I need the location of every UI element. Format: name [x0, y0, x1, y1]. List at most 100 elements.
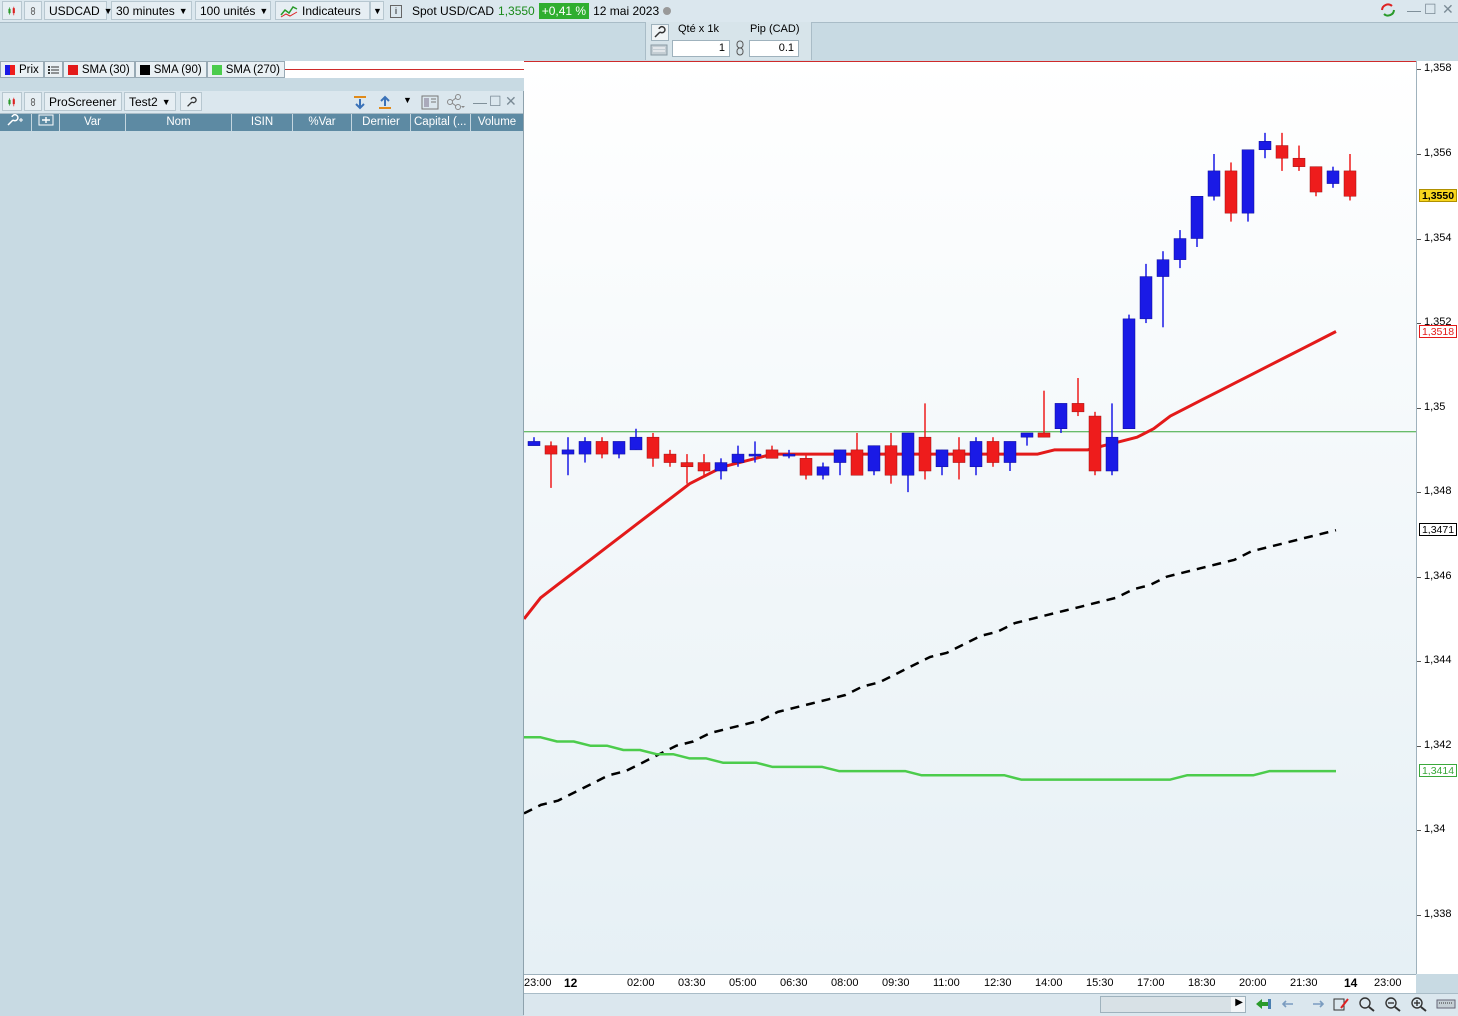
- price-tick-label: 1,342: [1424, 738, 1452, 751]
- candle-body: [612, 441, 626, 455]
- refresh-icon: [1381, 3, 1395, 17]
- time-axis[interactable]: 23:00 12 02:00 03:30 05:00 06:30 08:00 09:30 11:…: [524, 974, 1416, 994]
- status-dot-icon: [663, 7, 672, 15]
- quote-date: 12 mai 2023: [593, 4, 660, 18]
- legend-sma30[interactable]: SMA (30): [62, 61, 135, 78]
- candle-body: [935, 449, 949, 468]
- candle-body: [1105, 436, 1119, 472]
- chevron-right-icon[interactable]: ▶: [1235, 997, 1243, 1008]
- price-chart[interactable]: [524, 61, 1416, 974]
- screener-title: ProScreener: [49, 94, 117, 109]
- candle-body: [901, 432, 915, 476]
- minimize-icon[interactable]: —: [1407, 2, 1421, 18]
- maximize-icon[interactable]: ☐: [489, 93, 502, 110]
- auto-scroll-icon[interactable]: [1254, 996, 1272, 1012]
- redo-icon[interactable]: [1308, 996, 1324, 1012]
- zoom-in-icon[interactable]: [1410, 996, 1428, 1012]
- indicators-menu-button[interactable]: ▼: [370, 1, 384, 20]
- column-add[interactable]: [32, 114, 60, 131]
- timeframe-label: 30 minutes: [116, 3, 175, 18]
- price-tick: [1417, 661, 1421, 663]
- column-tools[interactable]: [0, 114, 32, 131]
- undo-icon[interactable]: [1282, 996, 1298, 1012]
- sma30-price-tag: 1,3518: [1419, 324, 1457, 338]
- close-icon[interactable]: ✕: [505, 93, 517, 110]
- column-nom[interactable]: Nom: [126, 114, 232, 131]
- column-isin[interactable]: ISIN: [232, 114, 293, 131]
- wrench-icon: [187, 96, 197, 107]
- symbol-dropdown[interactable]: USDCAD ▼: [44, 1, 113, 20]
- candle-body: [697, 462, 711, 472]
- price-axis[interactable]: 1,358 1,356 1,354 1,352 1,35 1,348 1,346 1,344 1…: [1416, 61, 1458, 974]
- legend-price[interactable]: Prix: [0, 61, 44, 78]
- units-dropdown[interactable]: 100 unités ▼: [195, 1, 271, 20]
- time-tick-label: 23:00: [1374, 977, 1402, 989]
- legend-sma90-label: SMA (90): [153, 63, 202, 76]
- indicator-chart-icon: [280, 5, 298, 17]
- symbol-label: USDCAD: [49, 3, 100, 18]
- settings-button[interactable]: [651, 24, 669, 41]
- price-tick: [1417, 69, 1421, 71]
- chart-type-button[interactable]: [2, 1, 22, 20]
- link-button[interactable]: [24, 1, 42, 20]
- timeframe-dropdown[interactable]: 30 minutes ▼: [111, 1, 192, 20]
- candle-body: [629, 436, 643, 451]
- candle-body: [918, 436, 932, 472]
- share-icon[interactable]: [446, 94, 468, 110]
- sma270-price-tag: 1,3414: [1419, 764, 1457, 778]
- candle-body: [1037, 432, 1051, 438]
- indicators-button[interactable]: Indicateurs: [275, 1, 370, 20]
- column-capital[interactable]: Capital (...: [411, 114, 471, 131]
- upload-icon[interactable]: [377, 95, 393, 110]
- legend-sma90[interactable]: SMA (90): [134, 61, 207, 78]
- time-tick-label: 14: [1344, 976, 1358, 990]
- refresh-button[interactable]: [1378, 1, 1400, 20]
- download-icon[interactable]: [352, 95, 368, 110]
- column-volume[interactable]: Volume: [471, 114, 523, 131]
- pip-input[interactable]: 0.1: [749, 40, 799, 57]
- candle-body: [1173, 238, 1187, 260]
- zoom-box-icon[interactable]: [1358, 996, 1376, 1012]
- drawing-tools-icon[interactable]: [1332, 996, 1350, 1012]
- keyboard-icon[interactable]: [1436, 997, 1456, 1011]
- scrollbar-thumb[interactable]: [1101, 997, 1231, 1012]
- screener-toolbar: ProScreener Test2 ▼ ▼ — ☐ ✕: [0, 91, 523, 114]
- chart-scrollbar[interactable]: ▶: [1100, 996, 1246, 1013]
- qty-input[interactable]: 1: [672, 40, 730, 57]
- candlestick-icon: [8, 97, 15, 106]
- layout-icon[interactable]: [421, 95, 439, 110]
- candle-body: [1156, 259, 1170, 277]
- price-tick: [1417, 238, 1421, 240]
- sma90-line: [524, 528, 1337, 815]
- info-icon[interactable]: i: [390, 4, 402, 18]
- units-label: 100 unités: [200, 3, 256, 18]
- time-tick-label: 20:00: [1239, 977, 1267, 989]
- keypad-button[interactable]: [650, 43, 668, 57]
- sma30-swatch: [67, 64, 78, 75]
- chevron-down-icon[interactable]: ▼: [403, 95, 412, 105]
- time-tick-label: 12: [564, 976, 578, 990]
- screener-settings-button[interactable]: [180, 92, 202, 111]
- legend-sma270[interactable]: SMA (270): [206, 61, 286, 78]
- legend-list-button[interactable]: [43, 61, 63, 78]
- change-badge: +0,41 %: [538, 3, 590, 19]
- screener-chart-button[interactable]: [2, 92, 22, 111]
- zoom-out-icon[interactable]: [1384, 996, 1402, 1012]
- column-var[interactable]: Var: [60, 114, 126, 131]
- screener-link-button[interactable]: [24, 92, 42, 111]
- link-icon: [30, 6, 36, 15]
- candle-body: [1122, 318, 1136, 429]
- candle-body: [646, 436, 660, 459]
- price-tick: [1417, 153, 1421, 155]
- minimize-icon[interactable]: —: [473, 94, 487, 110]
- candle-body: [969, 441, 983, 468]
- column-dernier[interactable]: Dernier: [352, 114, 411, 131]
- screener-title-button[interactable]: ProScreener: [44, 92, 122, 111]
- screener-list-dropdown[interactable]: Test2 ▼: [124, 92, 176, 111]
- column-pct-var[interactable]: %Var: [293, 114, 352, 131]
- time-tick-label: 17:00: [1137, 977, 1165, 989]
- candle-body: [1071, 403, 1085, 413]
- link-toggle[interactable]: [734, 40, 746, 57]
- close-icon[interactable]: ✕: [1442, 1, 1454, 18]
- maximize-icon[interactable]: ☐: [1424, 1, 1437, 18]
